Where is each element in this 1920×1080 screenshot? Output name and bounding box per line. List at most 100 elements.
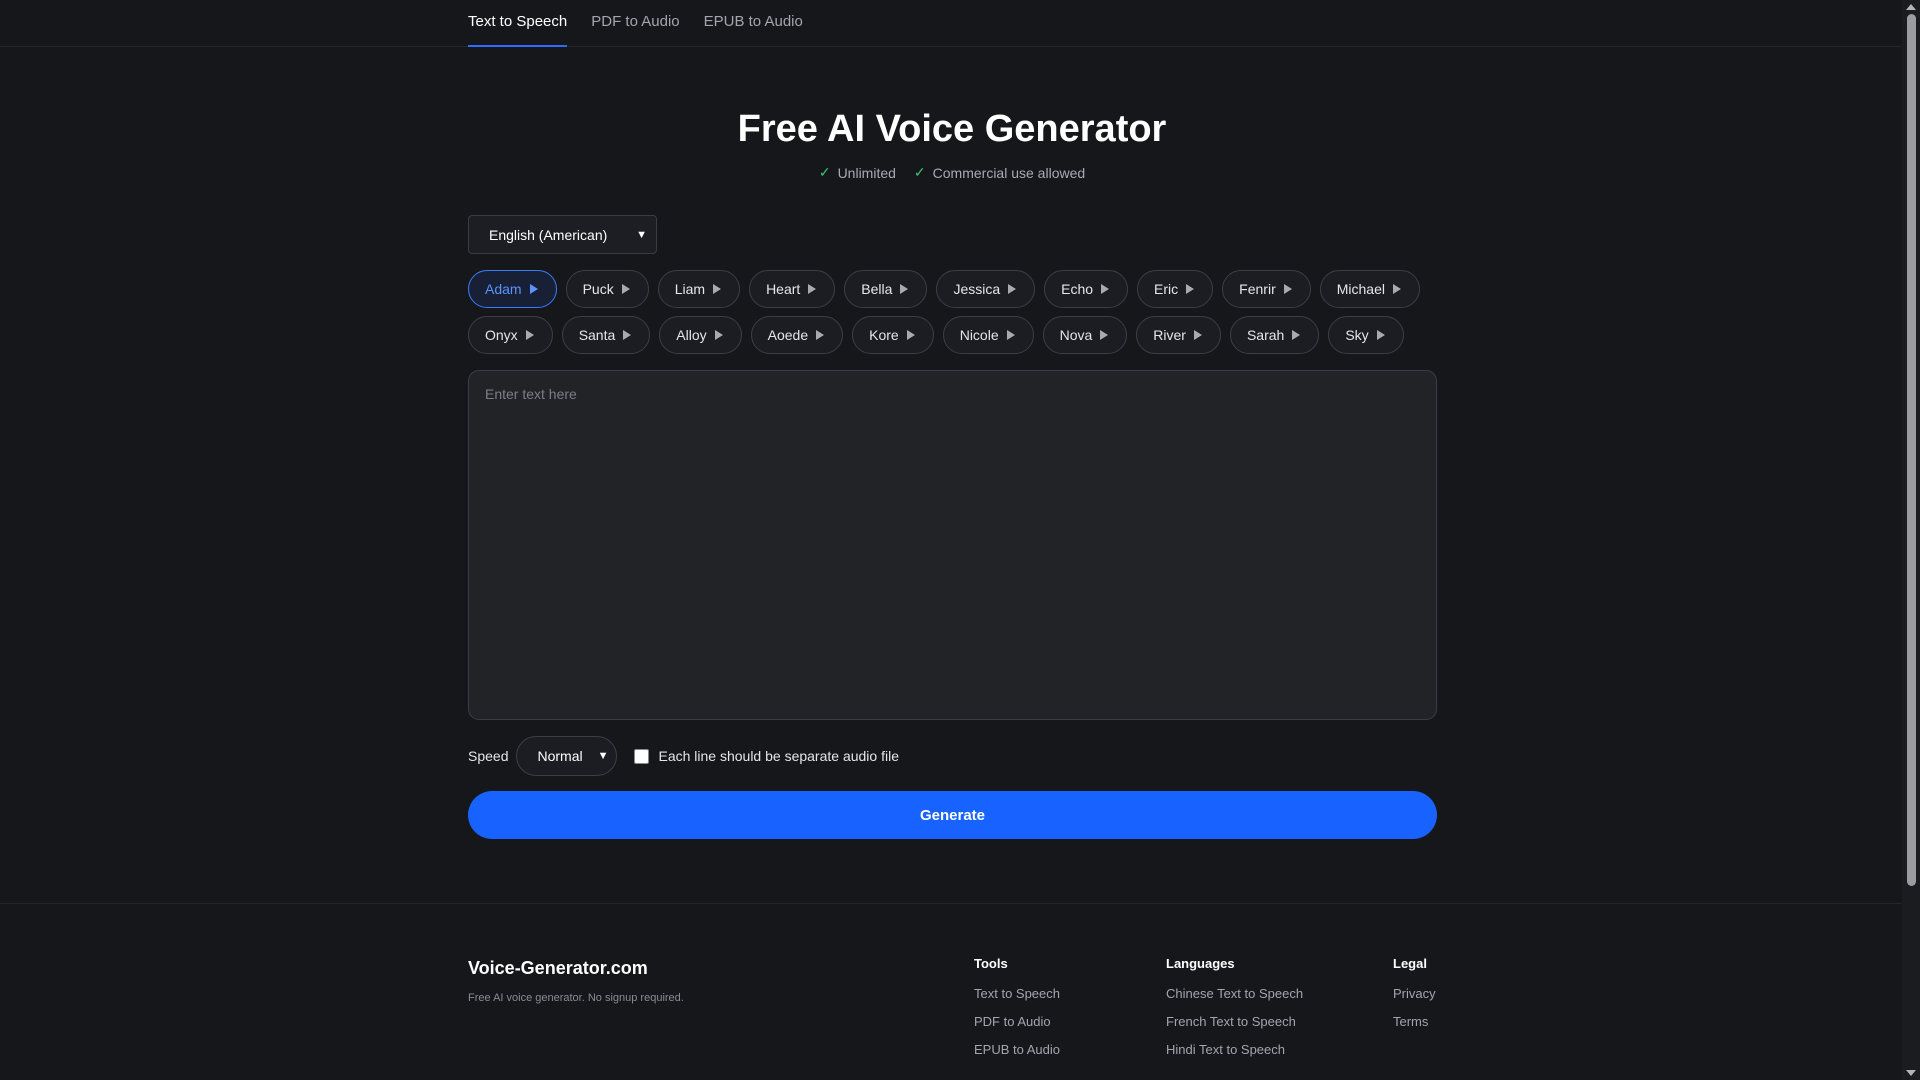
play-icon[interactable] — [1193, 330, 1202, 340]
tab-epub-to-audio[interactable]: EPUB to Audio — [704, 0, 803, 47]
voice-label: Alloy — [676, 327, 707, 343]
footer-heading-tools: Tools — [974, 956, 1008, 971]
voice-chip-michael[interactable]: Michael — [1319, 270, 1420, 308]
voice-label: Liam — [674, 281, 706, 297]
play-icon[interactable] — [1292, 330, 1301, 340]
voice-label: Onyx — [485, 327, 518, 343]
page-title: Free AI Voice Generator — [737, 108, 1167, 150]
scroll-up-arrow-icon[interactable] — [1906, 4, 1916, 10]
footer-heading-languages: Languages — [1166, 956, 1235, 971]
voice-label: Sarah — [1246, 327, 1285, 343]
play-icon[interactable] — [906, 330, 915, 340]
voice-chip-sky[interactable]: Sky — [1328, 316, 1404, 354]
footer-link-terms[interactable]: Terms — [1393, 1014, 1436, 1042]
speed-value: Normal — [537, 748, 583, 764]
footer-tagline: Free AI voice generator. No signup requi… — [468, 992, 684, 1004]
footer-heading-legal: Legal — [1393, 956, 1427, 971]
voice-label: Jessica — [953, 281, 1001, 297]
voice-chip-fenrir[interactable]: Fenrir — [1222, 270, 1311, 308]
scroll-down-arrow-icon[interactable] — [1906, 1070, 1916, 1076]
footer-tools: Tools Text to Speech PDF to Audio EPUB t… — [974, 956, 1060, 1070]
play-icon[interactable] — [816, 330, 825, 340]
tab-text-to-speech[interactable]: Text to Speech — [468, 0, 568, 47]
voice-label: Sky — [1345, 327, 1369, 343]
voice-picker: Adam Puck Liam Heart Bella Jessica Echo Eric Fen… — [468, 270, 1438, 362]
play-icon[interactable] — [1008, 284, 1017, 294]
chevron-down-icon: ▼ — [597, 750, 609, 762]
voice-chip-kore[interactable]: Kore — [852, 316, 934, 354]
badge-unlimited: ✓ Unlimited — [819, 164, 896, 181]
tab-bar: Text to Speech PDF to Audio EPUB to Audi… — [468, 0, 803, 47]
speed-select[interactable]: Normal ▼ — [516, 736, 618, 776]
chevron-down-icon: ▼ — [636, 228, 647, 241]
footer-link-epub-to-audio[interactable]: EPUB to Audio — [974, 1042, 1060, 1070]
scroll-thumb[interactable] — [1907, 14, 1916, 886]
play-icon[interactable] — [1376, 330, 1385, 340]
voice-chip-eric[interactable]: Eric — [1137, 270, 1214, 308]
voice-label: Aoede — [767, 327, 809, 343]
text-input[interactable] — [468, 370, 1437, 720]
voice-chip-alloy[interactable]: Alloy — [659, 316, 742, 354]
voice-label: Santa — [578, 327, 616, 343]
play-icon[interactable] — [900, 284, 909, 294]
voice-chip-aoede[interactable]: Aoede — [750, 316, 844, 354]
badge-label: Commercial use allowed — [932, 164, 1086, 181]
feature-badges: ✓ Unlimited ✓ Commercial use allowed — [0, 164, 1904, 181]
voice-chip-sarah[interactable]: Sarah — [1229, 316, 1320, 354]
voice-label: Fenrir — [1239, 281, 1276, 297]
separate-files-label: Each line should be separate audio file — [658, 748, 899, 764]
speed-label: Speed — [468, 748, 509, 764]
footer-link-french[interactable]: French Text to Speech — [1166, 1014, 1303, 1042]
play-icon[interactable] — [623, 330, 632, 340]
scrollbar[interactable] — [1902, 0, 1920, 1080]
play-icon[interactable] — [1392, 284, 1401, 294]
voice-chip-nova[interactable]: Nova — [1042, 316, 1128, 354]
play-icon[interactable] — [808, 284, 817, 294]
footer-link-pdf-to-audio[interactable]: PDF to Audio — [974, 1014, 1060, 1042]
voice-chip-bella[interactable]: Bella — [844, 270, 928, 308]
generate-button[interactable]: Generate — [468, 791, 1437, 839]
language-select[interactable]: English (American) ▼ — [468, 215, 657, 254]
play-icon[interactable] — [714, 330, 723, 340]
language-value: English (American) — [489, 226, 608, 243]
voice-label: Echo — [1061, 281, 1094, 297]
play-icon[interactable] — [1186, 284, 1195, 294]
play-icon[interactable] — [1101, 284, 1110, 294]
voice-chip-river[interactable]: River — [1136, 316, 1221, 354]
play-icon[interactable] — [525, 330, 534, 340]
footer-link-hindi[interactable]: Hindi Text to Speech — [1166, 1042, 1303, 1070]
play-icon[interactable] — [1283, 284, 1292, 294]
voice-chip-santa[interactable]: Santa — [561, 316, 651, 354]
voice-chip-puck[interactable]: Puck — [565, 270, 649, 308]
voice-chip-liam[interactable]: Liam — [657, 270, 741, 308]
play-icon[interactable] — [1006, 330, 1015, 340]
play-icon[interactable] — [529, 284, 538, 294]
badge-label: Unlimited — [837, 164, 896, 181]
voice-row: Adam Puck Liam Heart Bella Jessica Echo Eric Fen… — [468, 270, 1438, 308]
footer-legal: Legal Privacy Terms — [1393, 956, 1436, 1042]
voice-chip-jessica[interactable]: Jessica — [936, 270, 1036, 308]
voice-label: Puck — [582, 281, 614, 297]
check-icon: ✓ — [818, 164, 831, 180]
footer-link-chinese[interactable]: Chinese Text to Speech — [1166, 986, 1303, 1014]
voice-chip-adam[interactable]: Adam — [468, 270, 557, 308]
footer-languages: Languages Chinese Text to Speech French … — [1166, 956, 1303, 1070]
footer-brand: Voice-Generator.com — [468, 958, 648, 978]
voice-chip-echo[interactable]: Echo — [1044, 270, 1129, 308]
footer-link-text-to-speech[interactable]: Text to Speech — [974, 986, 1060, 1014]
page: Text to Speech PDF to Audio EPUB to Audi… — [0, 0, 1920, 1080]
play-icon[interactable] — [621, 284, 630, 294]
options-row: Speed Normal ▼ Each line should be separ… — [468, 736, 899, 776]
separate-files-checkbox[interactable] — [634, 748, 650, 764]
voice-chip-heart[interactable]: Heart — [749, 270, 836, 308]
play-icon[interactable] — [713, 284, 722, 294]
voice-label: Kore — [869, 327, 899, 343]
voice-label: Nova — [1059, 327, 1093, 343]
voice-chip-nicole[interactable]: Nicole — [942, 316, 1034, 354]
voice-label: Michael — [1336, 281, 1385, 297]
voice-label: Nicole — [959, 327, 999, 343]
footer-link-privacy[interactable]: Privacy — [1393, 986, 1436, 1014]
play-icon[interactable] — [1100, 330, 1109, 340]
voice-chip-onyx[interactable]: Onyx — [468, 316, 553, 354]
tab-pdf-to-audio[interactable]: PDF to Audio — [591, 0, 679, 47]
